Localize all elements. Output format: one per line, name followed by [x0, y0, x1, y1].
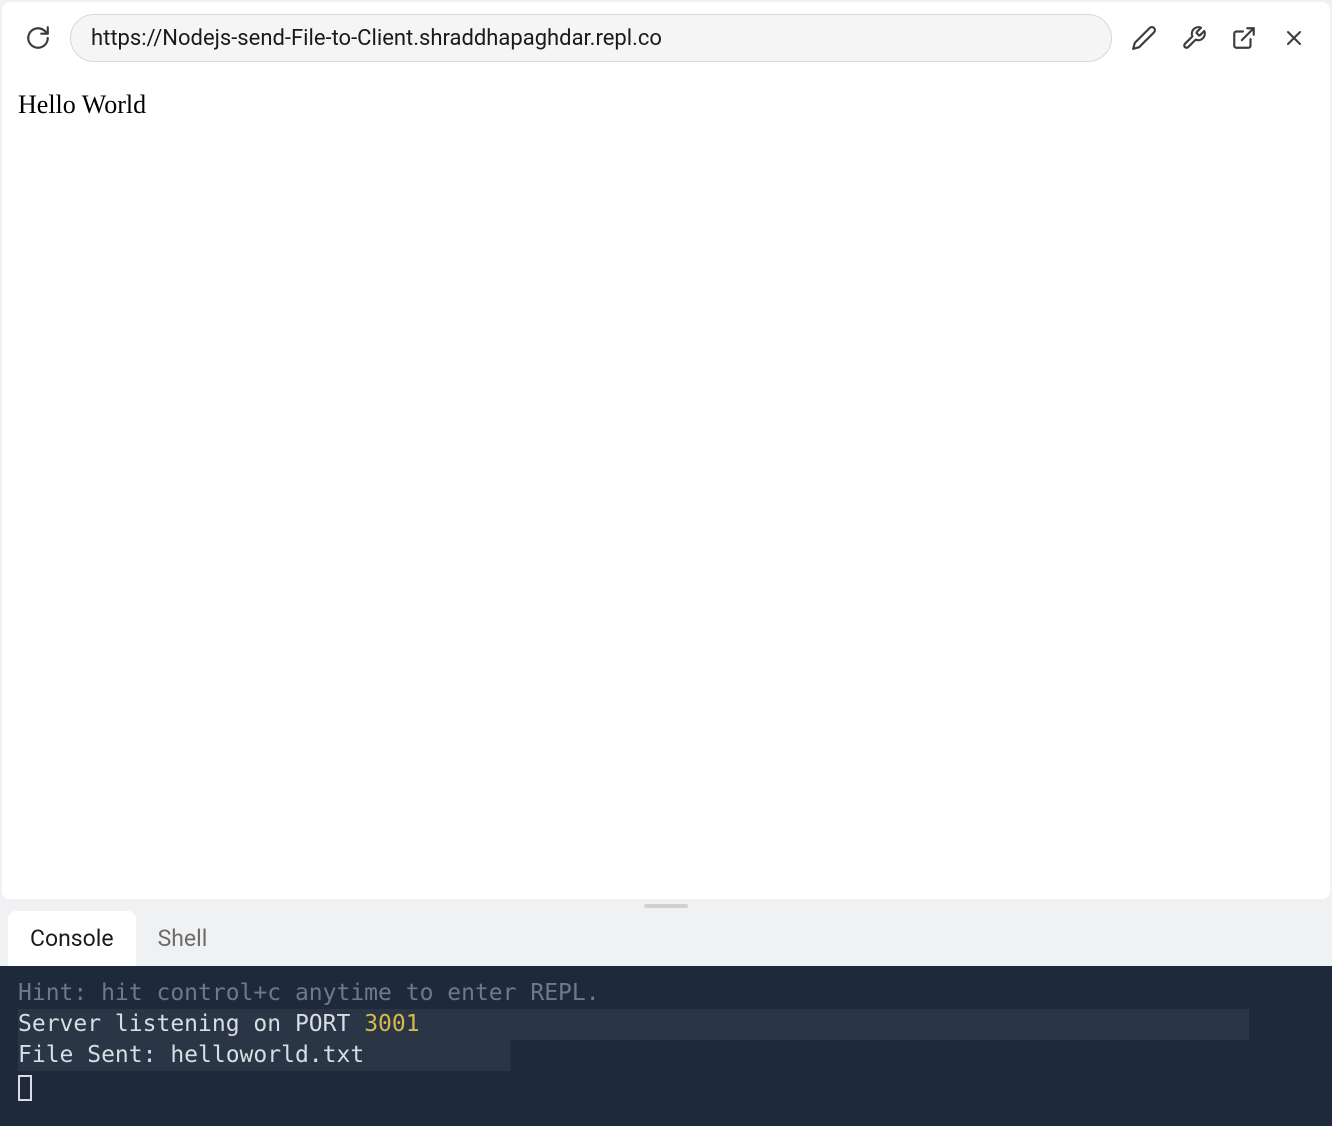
toolbar-right	[1126, 20, 1312, 56]
devtools-button[interactable]	[1176, 20, 1212, 56]
page-content: Hello World	[2, 74, 1330, 899]
refresh-icon	[25, 25, 51, 51]
bottom-tabs: Console Shell	[0, 911, 1332, 966]
open-new-tab-button[interactable]	[1226, 20, 1262, 56]
refresh-button[interactable]	[20, 20, 56, 56]
console-port-number: 3001	[364, 1011, 419, 1037]
page-body-text: Hello World	[18, 90, 1314, 120]
console-hint-text: Hint: hit control+c anytime to enter REP…	[18, 980, 600, 1006]
close-icon	[1282, 26, 1306, 50]
browser-toolbar	[2, 2, 1330, 74]
bottom-panel: Console Shell Hint: hit control+c anytim…	[0, 911, 1332, 1126]
console-filesent-text: File Sent: helloworld.txt	[18, 1042, 364, 1068]
divider-grip-icon	[644, 904, 688, 908]
cursor-icon	[18, 1075, 32, 1101]
url-input[interactable]	[70, 14, 1112, 62]
tab-shell[interactable]: Shell	[136, 911, 230, 966]
console-line-server: Server listening on PORT 3001	[18, 1009, 1249, 1040]
close-button[interactable]	[1276, 20, 1312, 56]
browser-preview-panel: Hello World	[2, 2, 1330, 899]
wrench-icon	[1181, 25, 1207, 51]
external-link-icon	[1231, 25, 1257, 51]
edit-button[interactable]	[1126, 20, 1162, 56]
console-output[interactable]: Hint: hit control+c anytime to enter REP…	[0, 966, 1332, 1126]
pencil-icon	[1131, 25, 1157, 51]
console-server-prefix: Server listening on PORT	[18, 1011, 364, 1037]
console-line-hint: Hint: hit control+c anytime to enter REP…	[18, 978, 1314, 1009]
panel-divider[interactable]	[0, 901, 1332, 911]
tab-console[interactable]: Console	[8, 911, 136, 966]
console-line-filesent: File Sent: helloworld.txt	[18, 1040, 1314, 1071]
console-cursor-line	[18, 1071, 1314, 1104]
